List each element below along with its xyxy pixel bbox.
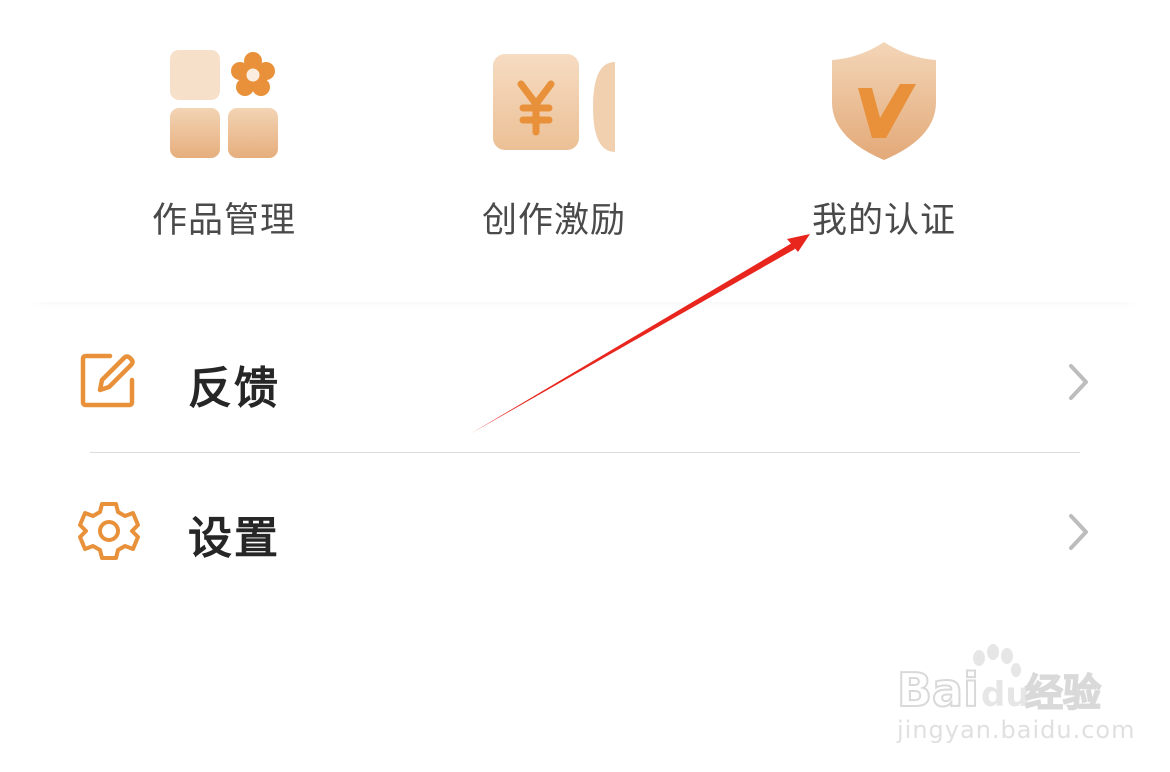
feature-my-certification[interactable]: 我的认证 — [774, 40, 994, 250]
baidu-jingyan-watermark: Bai du 经验 — [896, 644, 1102, 714]
yuan-coin-icon — [493, 54, 615, 152]
menu-item-label: 设置 — [188, 513, 280, 564]
edit-icon — [80, 353, 135, 408]
menu-item-label: 反馈 — [188, 363, 280, 414]
feature-works-management[interactable]: 作品管理 — [114, 40, 334, 250]
watermark-brand-suffix: du — [981, 675, 1030, 714]
watermark-url: jingyan.baidu.com — [897, 716, 1136, 744]
chevron-right-icon — [1069, 364, 1088, 400]
divider — [90, 452, 1080, 453]
apps-grid-flower-icon — [170, 50, 278, 158]
feature-label: 我的认证 — [811, 201, 956, 241]
watermark-brand: Bai — [897, 663, 979, 714]
feature-label: 作品管理 — [151, 201, 296, 241]
menu-item-settings[interactable]: 设置 — [0, 468, 1170, 598]
watermark-product: 经验 — [1025, 671, 1101, 714]
menu-item-feedback[interactable]: 反馈 — [0, 318, 1170, 448]
gear-icon — [78, 502, 140, 560]
feature-creation-incentive[interactable]: 创作激励 — [444, 40, 664, 250]
feature-label: 创作激励 — [481, 201, 626, 241]
chevron-right-icon — [1069, 514, 1088, 550]
verified-shield-icon — [832, 42, 936, 160]
